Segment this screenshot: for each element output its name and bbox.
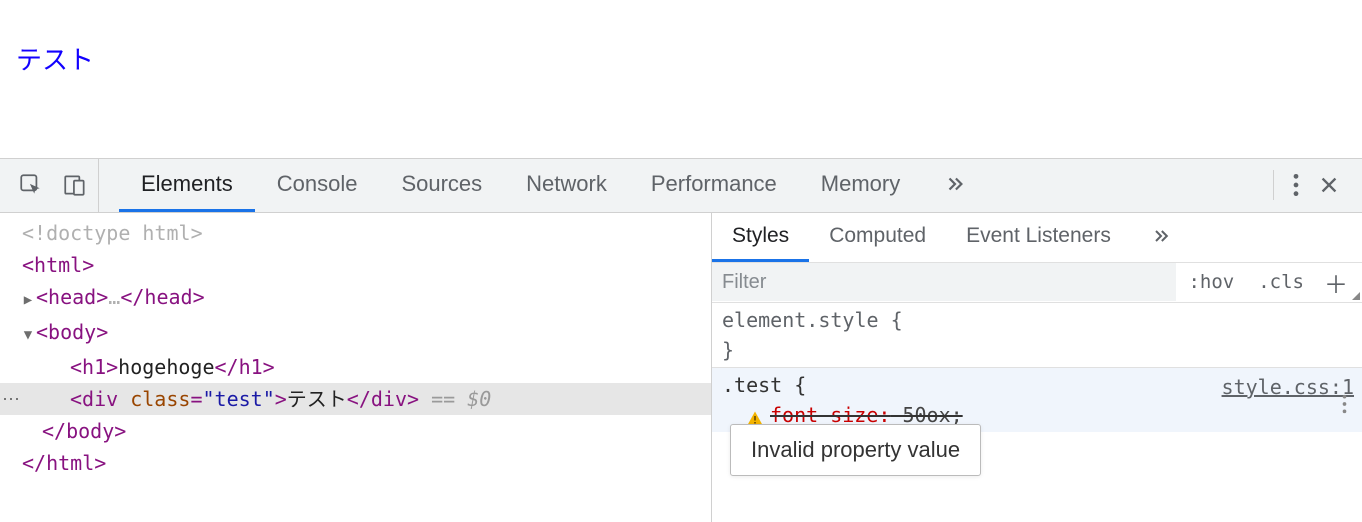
element-style-open: element.style { — [722, 305, 1354, 335]
chevron-double-right-icon — [1151, 226, 1171, 246]
styles-tab-styles[interactable]: Styles — [712, 213, 809, 262]
cls-button[interactable]: .cls — [1246, 271, 1316, 293]
dom-h1[interactable]: <h1>hogehoge</h1> — [0, 351, 711, 383]
page-content-area: テスト — [0, 0, 1362, 158]
hov-button[interactable]: :hov — [1176, 271, 1246, 293]
styles-filter-input[interactable] — [712, 263, 1176, 301]
styles-tabs-overflow[interactable] — [1131, 213, 1191, 262]
tab-network[interactable]: Network — [504, 159, 629, 212]
tab-memory[interactable]: Memory — [799, 159, 922, 212]
gutter-ellipsis-icon[interactable]: ⋯ — [2, 389, 20, 410]
styles-panel: Styles Computed Event Listeners :hov .cl… — [712, 213, 1362, 522]
tab-performance[interactable]: Performance — [629, 159, 799, 212]
rule-element-style[interactable]: element.style { } — [712, 303, 1362, 367]
styles-tab-event-listeners[interactable]: Event Listeners — [946, 213, 1131, 262]
device-toggle-icon[interactable] — [62, 172, 88, 198]
styles-tab-computed[interactable]: Computed — [809, 213, 946, 262]
dropdown-corner-icon — [1352, 292, 1360, 300]
inspect-icon[interactable] — [18, 172, 44, 198]
expand-arrow-icon[interactable]: ▶ — [22, 284, 34, 316]
dom-div-selected[interactable]: <div class="test">テスト</div> == $0 — [0, 383, 711, 415]
dom-head[interactable]: ▶<head>…</head> — [0, 281, 711, 316]
invalid-property-tooltip: Invalid property value — [730, 424, 981, 476]
elements-panel[interactable]: ⋯ <!doctype html> <html> ▶<head>…</head>… — [0, 213, 712, 522]
styles-filter-row: :hov .cls ＋ — [712, 263, 1362, 303]
dom-html-close[interactable]: </html> — [0, 447, 711, 479]
rule-source-link[interactable]: style.css:1 — [1222, 372, 1354, 402]
dom-body-open[interactable]: ▼<body> — [0, 316, 711, 351]
dom-doctype[interactable]: <!doctype html> — [0, 217, 711, 249]
page-test-text: テスト — [16, 45, 94, 75]
dom-html-open[interactable]: <html> — [0, 249, 711, 281]
close-icon[interactable] — [1318, 174, 1340, 196]
devtools-body: ⋯ <!doctype html> <html> ▶<head>…</head>… — [0, 213, 1362, 522]
tabs-overflow[interactable] — [922, 159, 988, 212]
tab-console[interactable]: Console — [255, 159, 380, 212]
tab-elements[interactable]: Elements — [119, 159, 255, 212]
tab-sources[interactable]: Sources — [379, 159, 504, 212]
element-style-close: } — [722, 335, 1354, 365]
dom-body-close[interactable]: </body> — [0, 415, 711, 447]
chevron-double-right-icon — [944, 173, 966, 195]
styles-rules: element.style { } style.css:1 .test { fo… — [712, 303, 1362, 522]
toolbar-right — [1273, 170, 1362, 200]
collapse-arrow-icon[interactable]: ▼ — [22, 319, 34, 351]
devtools-panel: Elements Console Sources Network Perform… — [0, 158, 1362, 522]
elements-tree: <!doctype html> <html> ▶<head>…</head> ▼… — [0, 213, 711, 483]
devtools-tabs: Elements Console Sources Network Perform… — [99, 159, 988, 212]
devtools-toolbar: Elements Console Sources Network Perform… — [0, 159, 1362, 213]
toolbar-divider — [1273, 170, 1274, 200]
styles-tabs: Styles Computed Event Listeners — [712, 213, 1362, 263]
rule-test[interactable]: style.css:1 .test { font-size: 50ox; Inv… — [712, 367, 1362, 432]
new-style-rule-button[interactable]: ＋ — [1316, 265, 1362, 300]
toolbar-left-icons — [0, 159, 99, 212]
kebab-menu-icon[interactable] — [1292, 172, 1300, 198]
warning-icon — [746, 406, 764, 424]
rule-kebab-icon[interactable] — [1341, 393, 1348, 424]
